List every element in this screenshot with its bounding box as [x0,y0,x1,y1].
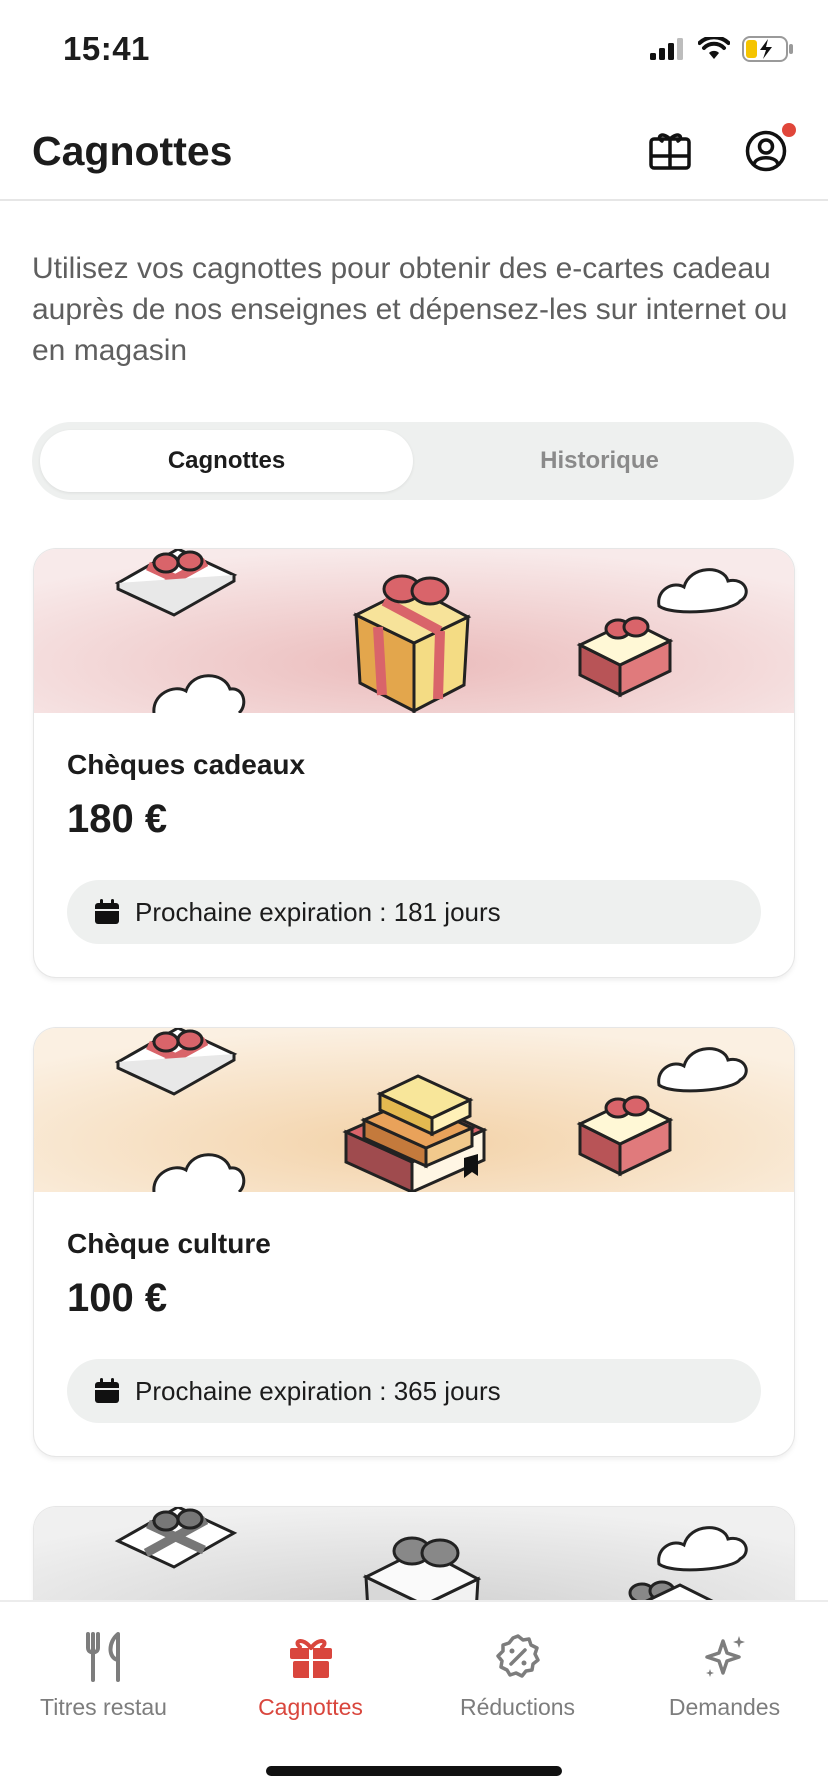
nav-label: Cagnottes [258,1694,363,1720]
status-icons [650,34,794,64]
nav-demandes[interactable]: Demandes [621,1632,828,1721]
calendar-icon [95,899,119,924]
nav-reductions[interactable]: Réductions [414,1632,621,1721]
app-header: Cagnottes [0,100,828,201]
status-bar: 15:41 [0,0,828,100]
profile-button[interactable] [740,123,796,177]
segmented-control: Cagnottes Historique [32,422,794,500]
gift-card-button[interactable] [644,125,696,177]
wifi-icon [698,37,730,59]
bottom-navigation: Titres restau Cagnottes Réductions Deman… [0,1600,828,1792]
wallet-card-cheques-cadeaux[interactable]: Chèques cadeaux 180 € Prochaine expirati… [34,549,794,977]
nav-label: Titres restau [40,1694,167,1720]
sparkles-icon [700,1632,750,1682]
card-amount: 100 € [67,1276,168,1320]
nav-cagnottes[interactable]: Cagnottes [207,1632,414,1721]
home-indicator[interactable] [266,1766,562,1776]
tab-cagnottes[interactable]: Cagnottes [40,430,413,492]
card-amount: 180 € [67,797,168,841]
card-banner-gifts [34,549,794,713]
signal-icon [650,38,683,60]
wallet-card-cheque-culture[interactable]: Chèque culture 100 € Prochaine expiratio… [34,1028,794,1456]
card-banner-books [34,1028,794,1192]
card-title: Chèques cadeaux [67,749,306,780]
status-time: 15:41 [63,30,150,67]
expiry-text: Prochaine expiration : 181 jours [135,896,501,927]
nav-label: Réductions [459,1694,576,1720]
expiry-text: Prochaine expiration : 365 jours [135,1375,501,1406]
intro-text: Utilisez vos cagnottes pour obtenir des … [32,252,788,367]
tab-historique[interactable]: Historique [413,430,786,492]
card-title: Chèque culture [67,1228,271,1259]
page-title: Cagnottes [32,128,233,174]
discount-badge-icon [493,1632,543,1682]
battery-icon [742,36,793,62]
gift-card-icon [649,133,691,170]
user-icon [745,130,787,172]
expiry-pill: Prochaine expiration : 181 jours [67,880,761,944]
notification-dot [782,123,796,137]
nav-titres-restau[interactable]: Titres restau [0,1632,207,1721]
gift-icon [286,1632,336,1682]
fork-knife-icon [79,1632,129,1682]
nav-label: Demandes [668,1694,781,1720]
calendar-icon [95,1378,119,1403]
expiry-pill: Prochaine expiration : 365 jours [67,1359,761,1423]
